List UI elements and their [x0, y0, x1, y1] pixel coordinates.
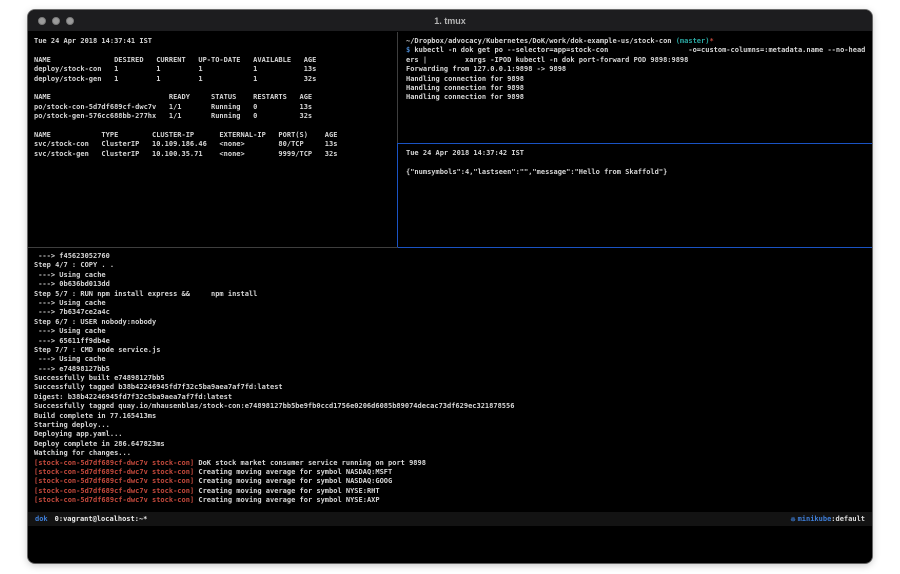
- terminal-line: Step 6/7 : USER nobody:nobody: [34, 318, 872, 327]
- terminal-line: ---> Using cache: [34, 327, 872, 336]
- terminal-text-segment: Creating moving average for symbol NASDA…: [194, 468, 392, 476]
- pane-port-forward[interactable]: ~/Dropbox/advocacy/Kubernetes/DoK/work/d…: [398, 32, 872, 143]
- window-controls: [28, 17, 74, 25]
- terminal-text-segment: Creating moving average for symbol NASDA…: [194, 477, 392, 485]
- terminal-line: Handling connection for 9898: [406, 84, 872, 93]
- terminal-line: ers | xargs -IPOD kubectl -n dok port-fo…: [406, 56, 872, 65]
- terminal-line: ---> f45623052760: [34, 252, 872, 261]
- pane-divider-horizontal[interactable]: [28, 247, 872, 248]
- terminal-line: NAME DESIRED CURRENT UP-TO-DATE AVAILABL…: [34, 56, 397, 65]
- terminal-text-segment: [stock-con-5d7df689cf-dwc7v stock-con]: [34, 468, 194, 476]
- terminal-line: Build complete in 77.165413ms: [34, 412, 872, 421]
- tmux-top-row: Tue 24 Apr 2018 14:37:41 IST NAME DESIRE…: [28, 32, 872, 247]
- terminal-line: NAME READY STATUS RESTARTS AGE: [34, 93, 397, 102]
- pane-curl-output-active[interactable]: Tue 24 Apr 2018 14:37:42 IST {"numsymbol…: [398, 144, 872, 247]
- pane-divider-active-right: [398, 247, 872, 248]
- terminal-line: ---> e74898127bb5: [34, 365, 872, 374]
- terminal-line: ---> Using cache: [34, 355, 872, 364]
- terminal-line: [stock-con-5d7df689cf-dwc7v stock-con] D…: [34, 459, 872, 468]
- terminal-line: ~/Dropbox/advocacy/Kubernetes/DoK/work/d…: [406, 37, 872, 46]
- tmux-status-bar: dok 0:vagrant@localhost:~* ☸ minikube :d…: [28, 512, 872, 526]
- terminal-line: ---> Using cache: [34, 299, 872, 308]
- terminal-line: po/stock-gen-576cc688bb-277hx 1/1 Runnin…: [34, 112, 397, 121]
- terminal-line: [stock-con-5d7df689cf-dwc7v stock-con] C…: [34, 496, 872, 505]
- terminal-line: Step 7/7 : CMD node service.js: [34, 346, 872, 355]
- terminal-line: Deploying app.yaml...: [34, 430, 872, 439]
- terminal-line: deploy/stock-gen 1 1 1 1 32s: [34, 75, 397, 84]
- terminal-line: [stock-con-5d7df689cf-dwc7v stock-con] C…: [34, 468, 872, 477]
- terminal-text-segment: [stock-con-5d7df689cf-dwc7v stock-con]: [34, 496, 194, 504]
- terminal-text-segment: Creating moving average for symbol NYSE:…: [194, 496, 379, 504]
- tmux-right-column: ~/Dropbox/advocacy/Kubernetes/DoK/work/d…: [398, 32, 872, 247]
- terminal-line: Successfully tagged b38b42246945fd7f32c5…: [34, 383, 872, 392]
- terminal-text-segment: (master): [676, 37, 710, 45]
- terminal-text-segment: kubectl -n dok get po --selector=app=sto…: [410, 46, 865, 54]
- pane-kubectl-watch[interactable]: Tue 24 Apr 2018 14:37:41 IST NAME DESIRE…: [28, 32, 397, 247]
- minimize-window-button[interactable]: [52, 17, 60, 25]
- terminal-text-segment: [stock-con-5d7df689cf-dwc7v stock-con]: [34, 487, 194, 495]
- terminal-line: Forwarding from 127.0.0.1:9898 -> 9898: [406, 65, 872, 74]
- terminal-window: 1. tmux Tue 24 Apr 2018 14:37:41 IST NAM…: [28, 10, 872, 563]
- terminal-line: $ kubectl -n dok get po --selector=app=s…: [406, 46, 872, 55]
- terminal-line: [stock-con-5d7df689cf-dwc7v stock-con] C…: [34, 477, 872, 486]
- session-name[interactable]: dok: [35, 515, 48, 523]
- terminal-line: Handling connection for 9898: [406, 93, 872, 102]
- k8s-context: minikube: [798, 515, 832, 523]
- active-window-label[interactable]: 0:vagrant@localhost:~*: [55, 515, 148, 523]
- terminal-text-segment: DoK stock market consumer service runnin…: [194, 459, 426, 467]
- terminal-line: ---> 0b636bd013dd: [34, 280, 872, 289]
- window-titlebar: 1. tmux: [28, 10, 872, 32]
- terminal-line: po/stock-con-5d7df689cf-dwc7v 1/1 Runnin…: [34, 103, 397, 112]
- terminal-line: [34, 46, 397, 55]
- terminal-line: [406, 158, 872, 167]
- close-window-button[interactable]: [38, 17, 46, 25]
- terminal-line: NAME TYPE CLUSTER-IP EXTERNAL-IP PORT(S)…: [34, 131, 397, 140]
- terminal-line: Step 5/7 : RUN npm install express && np…: [34, 290, 872, 299]
- zoom-window-button[interactable]: [66, 17, 74, 25]
- terminal-line: Successfully tagged quay.io/mhausenblas/…: [34, 402, 872, 411]
- terminal-line: Watching for changes...: [34, 449, 872, 458]
- pane-divider-inactive-left: [28, 247, 398, 248]
- terminal-line: Step 4/7 : COPY . .: [34, 261, 872, 270]
- pane-skaffold-build-log[interactable]: ---> f45623052760Step 4/7 : COPY . . ---…: [28, 248, 872, 511]
- terminal-line: Handling connection for 9898: [406, 75, 872, 84]
- terminal-line: Starting deploy...: [34, 421, 872, 430]
- terminal-line: ---> 7b6347ce2a4c: [34, 308, 872, 317]
- k8s-namespace: :default: [831, 515, 865, 523]
- kubernetes-icon: ☸: [791, 515, 796, 524]
- terminal-line: deploy/stock-con 1 1 1 1 13s: [34, 65, 397, 74]
- terminal-line: {"numsymbols":4,"lastseen":"","message":…: [406, 168, 872, 177]
- terminal-line: Tue 24 Apr 2018 14:37:42 IST: [406, 149, 872, 158]
- window-title: 1. tmux: [28, 16, 872, 26]
- terminal-text-segment: [stock-con-5d7df689cf-dwc7v stock-con]: [34, 459, 194, 467]
- terminal-line: Tue 24 Apr 2018 14:37:41 IST: [34, 37, 397, 46]
- terminal-line: ---> Using cache: [34, 271, 872, 280]
- terminal-text-segment: Creating moving average for symbol NYSE:…: [194, 487, 379, 495]
- terminal-text-segment: [stock-con-5d7df689cf-dwc7v stock-con]: [34, 477, 194, 485]
- terminal-line: Successfully built e74898127bb5: [34, 374, 872, 383]
- terminal-line: Deploy complete in 286.647823ms: [34, 440, 872, 449]
- terminal-line: Digest: b38b42246945fd7f32c5ba9aea7af7fd…: [34, 393, 872, 402]
- terminal-line: [stock-con-5d7df689cf-dwc7v stock-con] C…: [34, 487, 872, 496]
- terminal-line: ---> 65611ff9db4e: [34, 337, 872, 346]
- terminal-text-segment: ~/Dropbox/advocacy/Kubernetes/DoK/work/d…: [406, 37, 676, 45]
- tmux-terminal: Tue 24 Apr 2018 14:37:41 IST NAME DESIRE…: [28, 32, 872, 562]
- terminal-line: svc/stock-con ClusterIP 10.109.186.46 <n…: [34, 140, 397, 149]
- terminal-line: [34, 122, 397, 131]
- terminal-line: svc/stock-gen ClusterIP 10.100.35.71 <no…: [34, 150, 397, 159]
- terminal-text-segment: *: [709, 37, 713, 45]
- terminal-line: [34, 84, 397, 93]
